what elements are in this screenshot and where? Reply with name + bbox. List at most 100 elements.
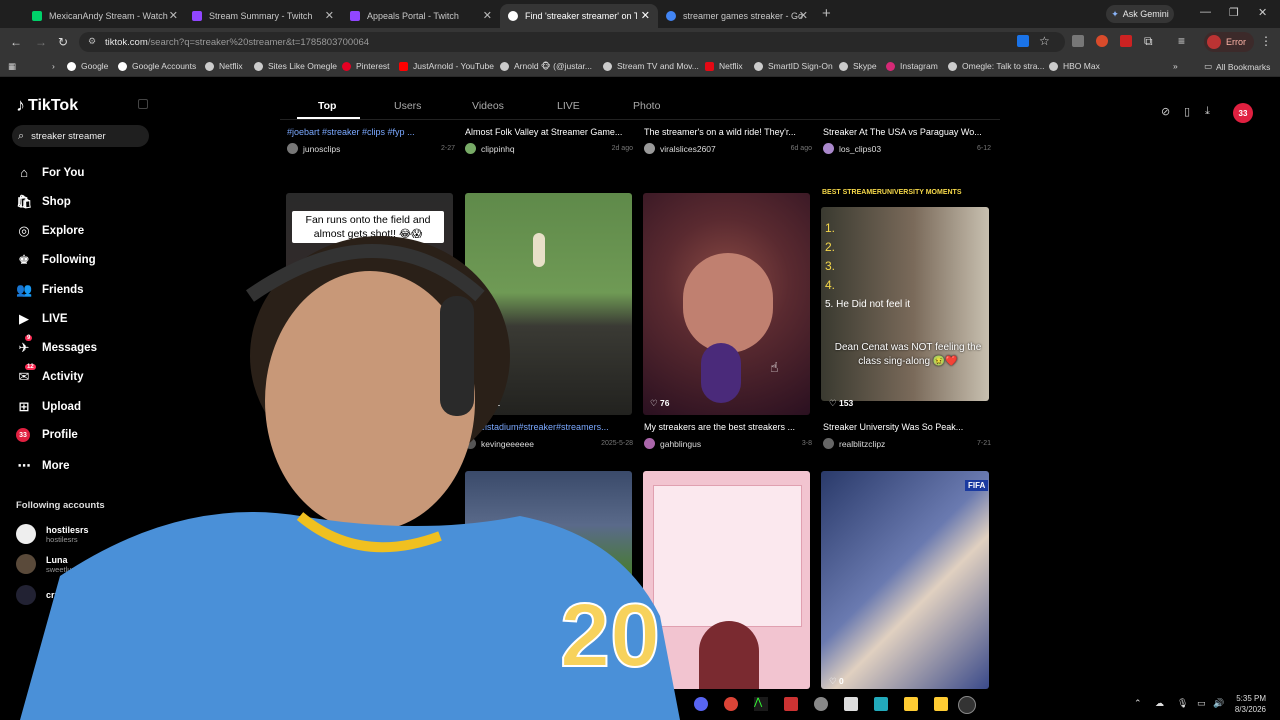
ranking-list: 1. 2. 3. 4. 5. He Did not feel it: [825, 221, 911, 310]
video-thumbnail[interactable]: [821, 471, 989, 689]
extension-icon[interactable]: [1096, 35, 1108, 47]
nav-for-you[interactable]: ⌂ For You: [16, 165, 84, 180]
avatar: [465, 143, 476, 154]
extension-icon[interactable]: [1072, 35, 1084, 47]
app-icon[interactable]: [784, 697, 798, 711]
vtuber-avatar: [699, 621, 759, 689]
svg-text:20: 20: [560, 586, 660, 686]
clock[interactable]: 5:35 PM 8/3/2026: [1232, 693, 1266, 715]
nav-shop[interactable]: 🛍 Shop: [16, 194, 71, 210]
avatar: [823, 143, 834, 154]
kick-icon: [32, 11, 42, 21]
bookmarks-overflow-icon[interactable]: »: [1173, 61, 1178, 71]
bookmark-netflix[interactable]: Netflix: [205, 61, 243, 71]
close-icon[interactable]: ✕: [483, 9, 492, 22]
tab-live[interactable]: LIVE: [557, 100, 580, 112]
window-close-icon[interactable]: ✕: [1258, 6, 1267, 19]
video-card-info[interactable]: Streaker University Was So Peak... realb…: [823, 422, 993, 449]
mobile-icon[interactable]: ▯: [1184, 105, 1190, 118]
twitch-icon: [192, 11, 202, 21]
site-info-icon[interactable]: ⚙: [88, 36, 96, 47]
url-text[interactable]: tiktok.com/search?q=streaker%20streamer&…: [105, 37, 369, 48]
chrome-menu-icon[interactable]: ⋮: [1260, 34, 1272, 48]
bookmark-star-icon[interactable]: ☆: [1039, 34, 1050, 48]
profile-error-button[interactable]: Error: [1204, 32, 1254, 52]
reload-icon[interactable]: ↻: [58, 35, 68, 49]
video-overlay-text: Dean Cenat was NOT feeling the class sin…: [834, 342, 982, 367]
avatar: [823, 438, 834, 449]
collapse-sidebar-icon[interactable]: [138, 99, 148, 109]
extension-icon[interactable]: [1120, 35, 1132, 47]
explore-icon[interactable]: ⊘: [1161, 105, 1170, 118]
maximize-icon[interactable]: ❐: [1229, 6, 1239, 19]
video-card[interactable]: Almost Folk Valley at Streamer Game... c…: [465, 127, 635, 154]
like-count: 0: [829, 676, 844, 687]
browser-tab[interactable]: Stream Summary - Twitch ✕: [184, 4, 342, 28]
webcam-overlay: 20: [20, 236, 680, 720]
bookmark-google[interactable]: Google: [67, 61, 108, 71]
browser-tab[interactable]: streamer games streaker - Goo ✕: [658, 4, 816, 28]
close-icon[interactable]: ✕: [641, 9, 650, 22]
translate-icon[interactable]: [1017, 35, 1029, 47]
onedrive-icon[interactable]: ☁: [1155, 698, 1164, 709]
back-icon[interactable]: ←: [10, 35, 22, 49]
video-card[interactable]: #joebart #streaker #clips #fyp ... junos…: [287, 127, 457, 154]
tiktok-logo[interactable]: ♪ TikTok: [16, 95, 78, 116]
bookmark-skype[interactable]: Skype: [839, 61, 877, 71]
bookmark-youtube[interactable]: JustArnold - YouTube: [399, 61, 494, 71]
close-icon[interactable]: ✕: [325, 9, 334, 22]
bookmark-instagram[interactable]: Instagram: [886, 61, 938, 71]
app-icon[interactable]: [874, 697, 888, 711]
download-icon[interactable]: ⤓: [1205, 105, 1210, 118]
minimize-icon[interactable]: —: [1200, 6, 1211, 18]
app-icon[interactable]: ⋀: [754, 697, 768, 711]
folder-icon[interactable]: [904, 697, 918, 711]
browser-tab[interactable]: MexicanAndy Stream - Watch L ✕: [24, 4, 186, 28]
close-icon[interactable]: ✕: [799, 9, 808, 22]
new-tab-button[interactable]: +: [822, 5, 831, 22]
discord-icon[interactable]: [694, 697, 708, 711]
tab-photo[interactable]: Photo: [633, 100, 660, 112]
bookmark-arnold[interactable]: Arnold 🐵 (@justar...: [500, 61, 592, 72]
tab-videos[interactable]: Videos: [472, 100, 504, 112]
folder-icon[interactable]: [934, 697, 948, 711]
app-icon[interactable]: [844, 697, 858, 711]
ask-gemini-button[interactable]: ✦ Ask Gemini: [1106, 5, 1174, 23]
notifications-avatar[interactable]: 33: [1233, 103, 1253, 123]
browser-tab-active[interactable]: Find 'streaker streamer' on TikTo ✕: [500, 4, 658, 28]
tray-overflow-icon[interactable]: ⌃: [1134, 698, 1142, 709]
browser-tab[interactable]: Appeals Portal - Twitch ✕: [342, 4, 500, 28]
headset-earcup: [440, 296, 474, 416]
gemini-icon: ✦: [1111, 8, 1119, 19]
app-icon[interactable]: [814, 697, 828, 711]
close-icon[interactable]: ✕: [169, 9, 178, 22]
tab-top[interactable]: Top: [318, 100, 336, 112]
shop-icon: 🛍: [16, 194, 33, 209]
bookmark-netflix-2[interactable]: Netflix: [705, 61, 743, 71]
bookmark-omegle[interactable]: Omegle: Talk to stra...: [948, 61, 1045, 71]
bookmark-omegle-sites[interactable]: Sites Like Omegle: [254, 61, 337, 71]
bookmark-smartid[interactable]: SmartID Sign-On: [754, 61, 833, 71]
apps-icon[interactable]: ▦: [8, 61, 16, 72]
search-input[interactable]: ⌕ streaker streamer: [12, 125, 149, 147]
tab-divider: [280, 119, 1000, 120]
network-icon[interactable]: ▭: [1197, 698, 1206, 709]
bookmark-google-accounts[interactable]: Google Accounts: [118, 61, 196, 71]
video-card[interactable]: Streaker At The USA vs Paraguay Wo... lo…: [823, 127, 993, 154]
obs-icon[interactable]: [958, 696, 976, 714]
mic-icon[interactable]: 🎙: [1177, 698, 1188, 709]
extensions-puzzle-icon[interactable]: ⧉: [1144, 34, 1153, 49]
like-count: 153: [829, 398, 853, 409]
all-bookmarks[interactable]: ▭ All Bookmarks: [1204, 61, 1270, 72]
chrome-icon[interactable]: [724, 697, 738, 711]
volume-icon[interactable]: 🔊: [1213, 698, 1224, 709]
bookmark-hbo-max[interactable]: HBO Max: [1049, 61, 1100, 71]
media-icon[interactable]: ≡: [1178, 34, 1185, 48]
bookmark-pinterest[interactable]: Pinterest: [342, 61, 390, 71]
video-overlay-title: BEST STREAMERUNIVERSITY MOMENTS: [822, 189, 962, 196]
video-card[interactable]: The streamer's on a wild ride! They'r...…: [644, 127, 814, 154]
forward-icon[interactable]: →: [35, 35, 47, 49]
tab-users[interactable]: Users: [394, 100, 421, 112]
bookmark-stream-tv[interactable]: Stream TV and Mov...: [603, 61, 699, 71]
taskbar-apps: ⋀: [690, 692, 980, 716]
